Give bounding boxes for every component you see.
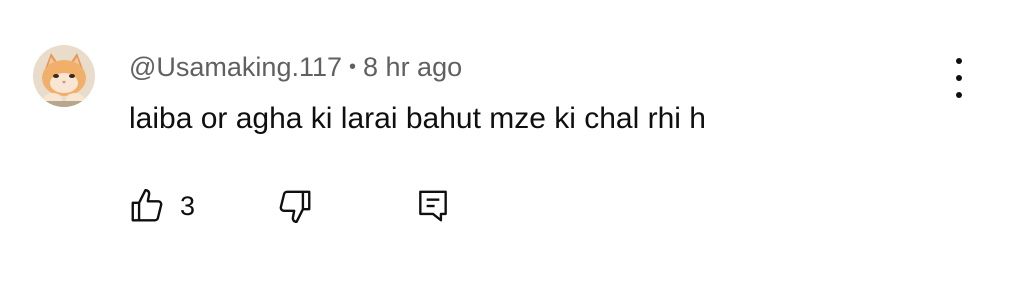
comment-text: laiba or agha ki larai bahut mze ki chal… [129,102,706,135]
menu-dot [956,75,962,81]
thumb-down-icon [279,190,311,224]
reply-comment-icon [419,190,447,222]
kitten-avatar-image [33,45,95,107]
comment-meta: @Usamaking.117 • 8 hr ago [129,50,462,84]
comment-item: @Usamaking.117 • 8 hr ago laiba or agha … [0,0,1024,289]
menu-dot [956,58,962,64]
comment-time: 8 hr ago [363,51,463,82]
meta-separator: • [349,55,357,78]
reply-button[interactable] [414,186,452,226]
avatar[interactable] [33,45,95,107]
dislike-button[interactable] [276,186,314,226]
like-button[interactable]: 3 [128,186,195,226]
menu-dot [956,92,962,98]
author-handle[interactable]: @Usamaking.117 [129,52,342,83]
like-count: 3 [180,190,196,221]
thumb-up-icon [131,188,163,222]
more-vertical-icon[interactable] [946,58,972,98]
